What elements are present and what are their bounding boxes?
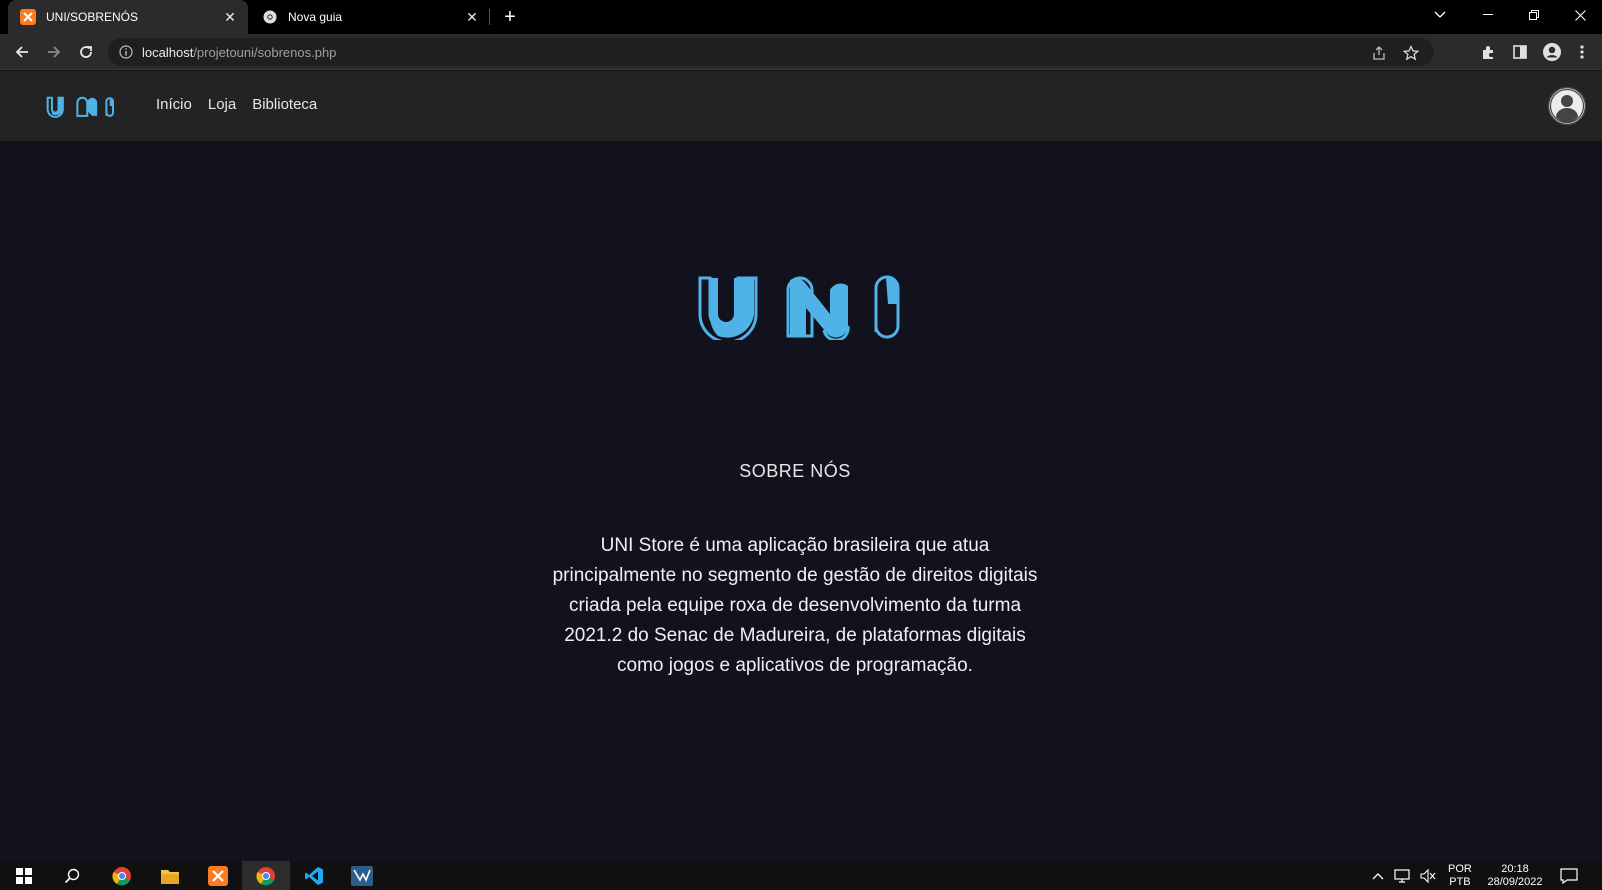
- uni-logo[interactable]: [46, 95, 114, 119]
- browser-toolbar: localhost/projetouni/sobrenos.php: [0, 34, 1602, 70]
- chrome-taskbar-icon[interactable]: [98, 861, 146, 890]
- search-icon[interactable]: [48, 861, 96, 890]
- browser-tabstrip: UNI/SOBRENÓS ✕ Nova guia ✕ +: [0, 0, 1602, 34]
- show-hidden-icons-icon[interactable]: [1372, 861, 1384, 890]
- clock[interactable]: 20:18 28/09/2022: [1484, 861, 1546, 890]
- about-title: SOBRE NÓS: [739, 461, 851, 481]
- back-icon[interactable]: [8, 38, 36, 66]
- main-content: SOBRE NÓS UNI Store é uma aplicação bras…: [0, 141, 1602, 861]
- xampp-favicon-icon: [20, 9, 36, 25]
- url-path: /projetouni/sobrenos.php: [193, 44, 337, 60]
- address-bar[interactable]: localhost/projetouni/sobrenos.php: [108, 38, 1434, 66]
- profile-icon[interactable]: [1538, 38, 1566, 66]
- language-line2: PTB: [1449, 875, 1471, 888]
- close-window-icon[interactable]: [1558, 0, 1602, 30]
- uni-hero-logo: [696, 274, 902, 344]
- nav-link-loja[interactable]: Loja: [208, 95, 236, 115]
- mysql-workbench-taskbar-icon[interactable]: [338, 861, 386, 890]
- side-panel-icon[interactable]: [1506, 38, 1534, 66]
- tab-title: UNI/SOBRENÓS: [46, 10, 139, 24]
- tab-close-icon[interactable]: ✕: [462, 7, 482, 27]
- forward-icon[interactable]: [40, 38, 68, 66]
- file-explorer-icon[interactable]: [146, 861, 194, 890]
- chrome-favicon-icon: [262, 9, 278, 25]
- menu-kebab-icon[interactable]: [1568, 38, 1596, 66]
- clock-date: 28/09/2022: [1487, 875, 1543, 888]
- tab-title: Nova guia: [288, 10, 343, 24]
- tab-nova-guia[interactable]: Nova guia ✕: [250, 0, 490, 34]
- tab-close-icon[interactable]: ✕: [220, 7, 240, 27]
- about-text: UNI Store é uma aplicação brasileira que…: [552, 535, 1038, 676]
- share-icon[interactable]: [1370, 44, 1388, 62]
- tab-uni-sobrenos[interactable]: UNI/SOBRENÓS ✕: [8, 0, 248, 34]
- xampp-taskbar-icon[interactable]: [194, 861, 242, 890]
- tab-search-icon[interactable]: [1418, 0, 1462, 30]
- url-host: localhost: [142, 44, 194, 60]
- notifications-icon[interactable]: [1560, 861, 1578, 890]
- tab-separator: [489, 9, 490, 25]
- restore-icon[interactable]: [1512, 0, 1556, 30]
- nav-link-inicio[interactable]: Início: [156, 95, 192, 115]
- user-avatar-icon[interactable]: [1547, 86, 1587, 126]
- site-info-icon[interactable]: [118, 44, 134, 60]
- windows-taskbar: POR PTB 20:18 28/09/2022: [0, 861, 1602, 890]
- windows-start-icon[interactable]: [0, 861, 48, 890]
- url-text: localhost/projetouni/sobrenos.php: [142, 45, 336, 60]
- extensions-icon[interactable]: [1474, 38, 1502, 66]
- chrome-active-taskbar-icon[interactable]: [242, 861, 290, 890]
- site-navbar: Início Loja Biblioteca: [0, 71, 1602, 141]
- reload-icon[interactable]: [72, 38, 100, 66]
- new-tab-button[interactable]: +: [498, 5, 522, 29]
- bookmark-star-icon[interactable]: [1402, 44, 1420, 62]
- language-indicator[interactable]: POR PTB: [1448, 861, 1472, 890]
- nav-link-biblioteca[interactable]: Biblioteca: [252, 95, 317, 115]
- vscode-taskbar-icon[interactable]: [290, 861, 338, 890]
- clock-time: 20:18: [1501, 862, 1529, 875]
- minimize-icon[interactable]: [1466, 0, 1510, 30]
- nav-links: Início Loja Biblioteca: [156, 95, 333, 115]
- language-line1: POR: [1448, 862, 1472, 875]
- network-icon[interactable]: [1394, 861, 1410, 890]
- volume-muted-icon[interactable]: [1420, 861, 1436, 890]
